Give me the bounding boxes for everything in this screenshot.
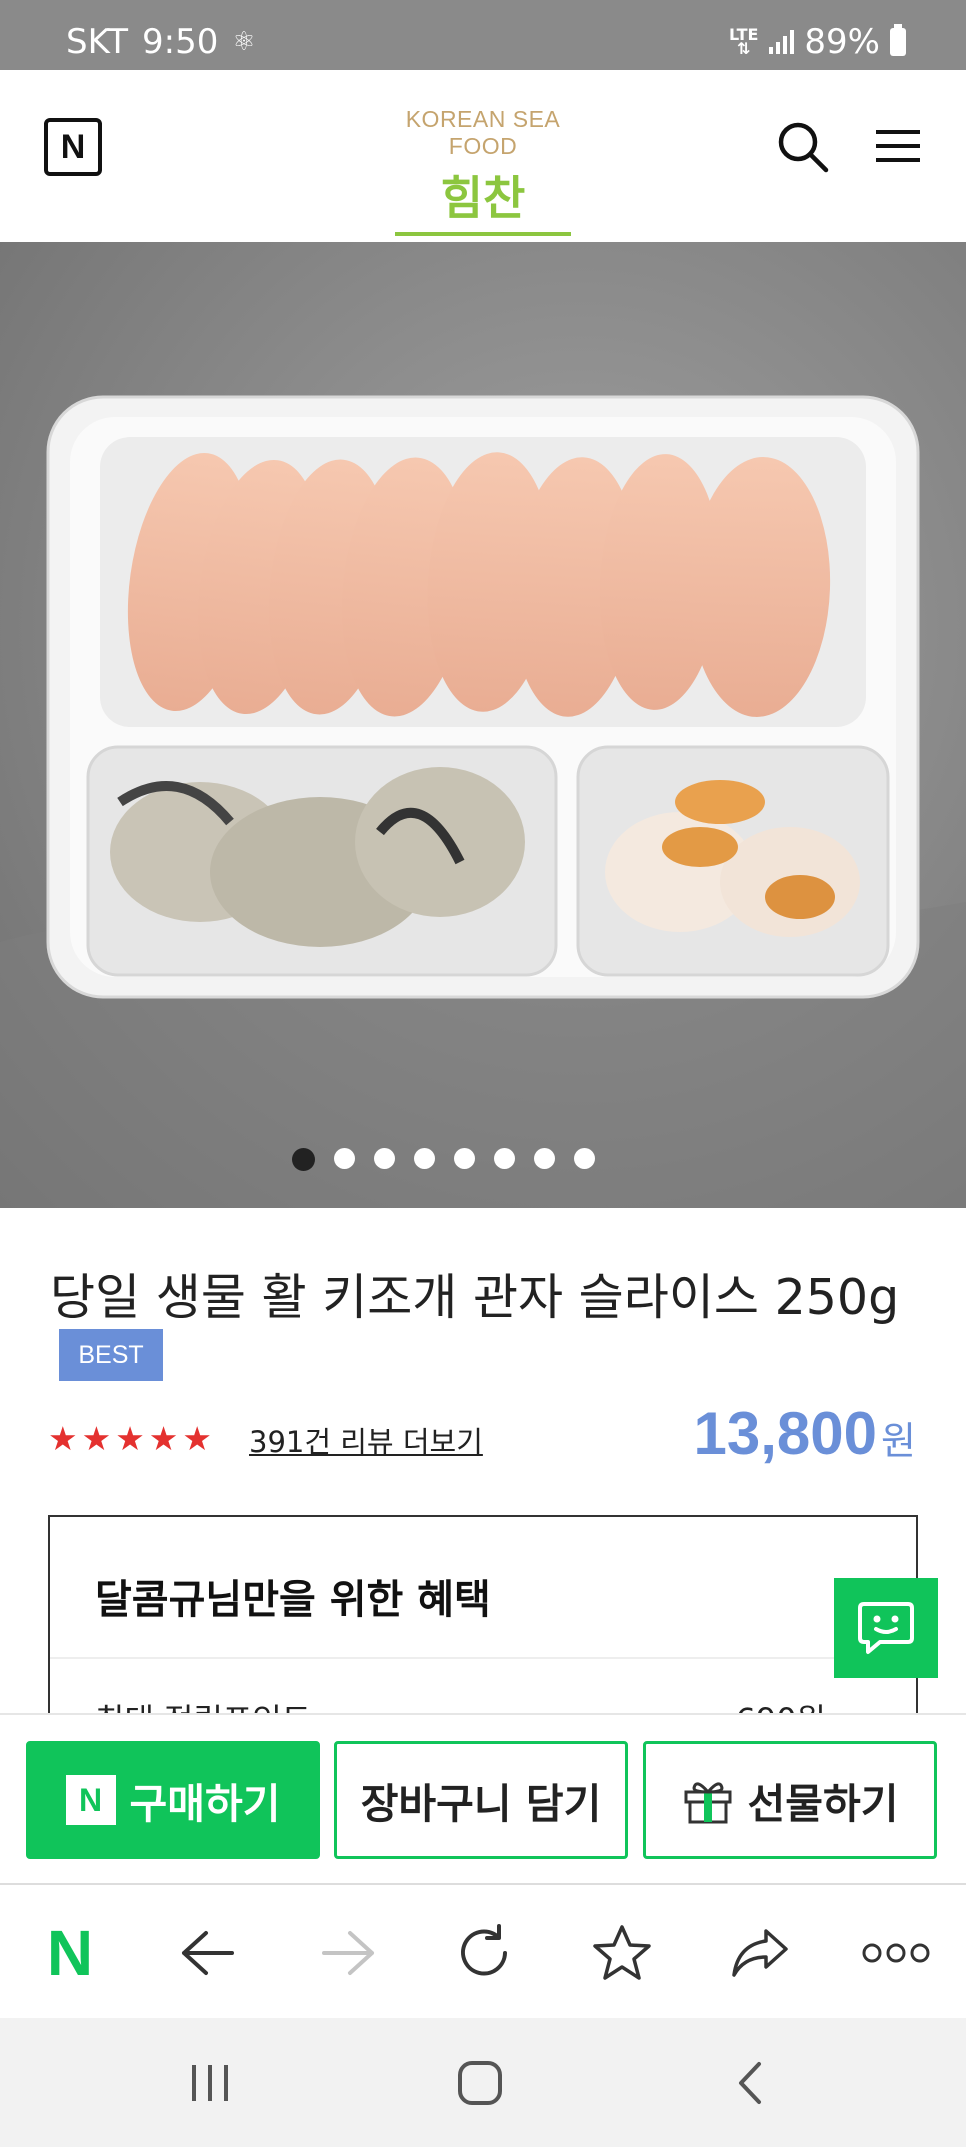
gallery-dot[interactable] [493, 1148, 515, 1169]
menu-icon[interactable] [876, 128, 920, 164]
more-icon[interactable] [856, 1913, 936, 1993]
search-icon[interactable] [776, 120, 830, 174]
forward-icon[interactable] [308, 1913, 388, 1993]
logo-english-text: KOREAN SEA FOOD [405, 106, 561, 159]
signal-icon [769, 30, 795, 54]
store-logo[interactable]: KOREAN SEA FOOD 힘찬 [370, 106, 596, 236]
add-to-cart-button[interactable]: 장바구니 담기 [334, 1741, 628, 1859]
carrier: SKT [66, 22, 129, 62]
gallery-dot[interactable] [413, 1148, 435, 1169]
best-badge: BEST [59, 1329, 163, 1381]
system-back-icon[interactable] [715, 2048, 785, 2118]
gift-button[interactable]: 선물하기 [643, 1741, 937, 1859]
gallery-dot[interactable] [373, 1148, 395, 1169]
home-icon[interactable] [445, 2048, 515, 2118]
logo-korean-text: 힘찬 [440, 171, 526, 225]
lte-icon: LTE ⇅ [729, 25, 759, 58]
naver-pay-n-icon: N [65, 1775, 116, 1825]
gallery-dot[interactable] [533, 1148, 555, 1169]
share-icon[interactable] [720, 1913, 800, 1993]
clock: 9:50 [142, 22, 219, 62]
price-unit: 원 [881, 1419, 916, 1463]
divider [50, 1657, 916, 1659]
naver-n-button[interactable]: N [44, 118, 102, 176]
rating-stars: ★ ★ ★ ★ ★ [48, 1419, 212, 1458]
back-icon[interactable] [168, 1913, 248, 1993]
status-left: SKT 9:50 ⚛ [66, 22, 256, 62]
product-title: 당일 생물 활 키조개 관자 슬라이스 250g [50, 1269, 900, 1326]
buy-button[interactable]: N 구매하기 [26, 1741, 320, 1859]
gallery-dot[interactable] [333, 1148, 355, 1169]
bookmark-star-icon[interactable] [582, 1913, 662, 1993]
site-header: N KOREAN SEA FOOD 힘찬 [0, 70, 966, 242]
gallery-indicator[interactable] [0, 1148, 926, 1171]
purchase-action-bar: N 구매하기 장바구니 담기 선물하기 [0, 1713, 966, 1883]
benefit-title: 달콤규님만을 위한 혜택 [95, 1577, 491, 1623]
product-image[interactable] [0, 242, 966, 1208]
price-value: 13,800 [693, 1400, 878, 1467]
buy-label: 구매하기 [129, 1780, 281, 1828]
status-right: LTE ⇅ 89% [729, 22, 906, 62]
gallery-dot[interactable] [573, 1148, 595, 1169]
cart-label: 장바구니 담기 [360, 1780, 602, 1828]
star-icon: ★ [81, 1419, 112, 1458]
gallery-dot[interactable] [453, 1148, 475, 1169]
star-icon: ★ [148, 1419, 179, 1458]
star-icon: ★ [48, 1419, 78, 1458]
price: 13,800 원 [694, 1399, 916, 1468]
recent-apps-icon[interactable] [175, 2048, 245, 2118]
star-icon: ★ [182, 1419, 212, 1458]
gift-icon [684, 1782, 732, 1824]
talk-chat-button[interactable] [834, 1578, 938, 1678]
system-nav-bar [0, 2018, 966, 2147]
notification-icon: ⚛ [232, 27, 256, 57]
browser-toolbar: N [0, 1883, 966, 2018]
chat-icon [858, 1602, 914, 1654]
scallop-slices [127, 452, 831, 717]
gallery-dot[interactable] [291, 1148, 315, 1171]
review-link[interactable]: 391건 리뷰 더보기 [249, 1419, 483, 1461]
battery-level: 89% [804, 22, 880, 62]
product-photo [0, 395, 966, 1208]
refresh-icon[interactable] [444, 1913, 524, 1993]
battery-icon [890, 24, 906, 56]
gift-label: 선물하기 [747, 1780, 899, 1828]
star-icon: ★ [115, 1419, 145, 1458]
naver-home-icon[interactable]: N [30, 1913, 110, 1993]
status-bar: SKT 9:50 ⚛ LTE ⇅ 89% [0, 0, 966, 70]
logo-underline [395, 232, 571, 236]
